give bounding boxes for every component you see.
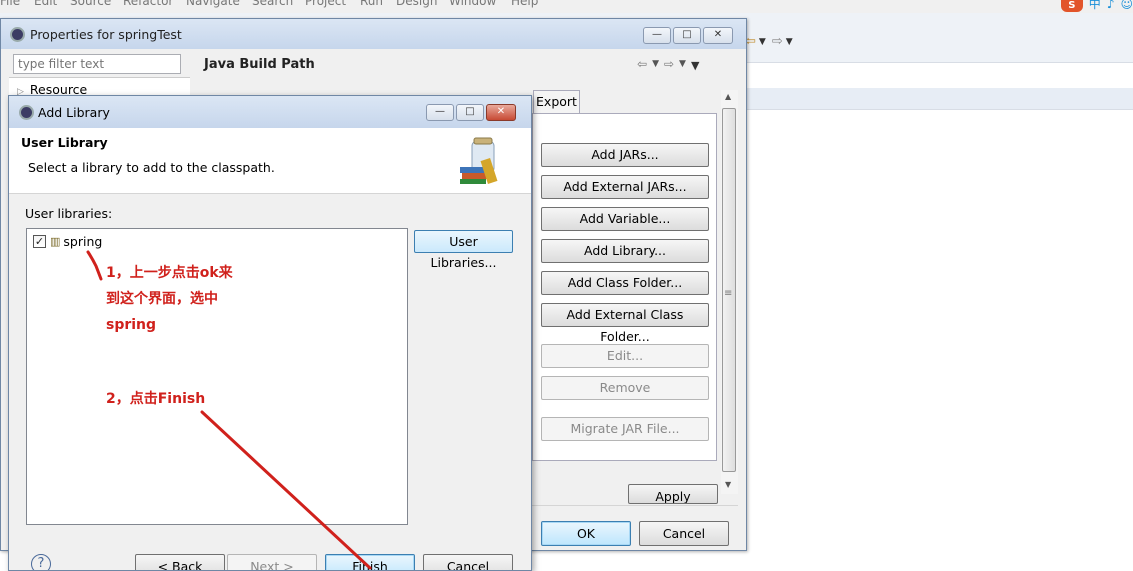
edit-button[interactable]: Edit... xyxy=(541,344,709,368)
menu-item[interactable]: Source xyxy=(70,0,111,8)
minimize-button[interactable]: — xyxy=(643,27,671,44)
menu-item[interactable]: File xyxy=(0,0,20,8)
tab-order-and-export[interactable]: Export xyxy=(533,90,580,114)
maximize-button[interactable]: □ xyxy=(456,104,484,121)
chevron-down-icon[interactable]: ▼ xyxy=(679,59,686,72)
filter-input[interactable] xyxy=(13,54,181,74)
view-menu-icon[interactable]: ▼ xyxy=(691,59,699,72)
user-libraries-button[interactable]: User Libraries... xyxy=(414,230,513,270)
add-library-title: Add Library xyxy=(38,105,110,120)
library-jar-icon xyxy=(460,137,498,184)
divider xyxy=(532,505,738,506)
menu-item[interactable]: Navigate xyxy=(186,0,240,8)
close-button[interactable]: ✕ xyxy=(703,27,733,44)
forward-nav-icon[interactable]: ⇨ xyxy=(772,34,783,49)
library-icon: ▥ xyxy=(50,235,61,248)
menu-item[interactable]: Search xyxy=(252,0,293,8)
chevron-down-icon[interactable]: ▼ xyxy=(786,37,793,49)
scroll-grip-icon: ≡ xyxy=(724,288,733,299)
ime-indicator[interactable]: 中 xyxy=(1089,0,1101,12)
wizard-header: User Library Select a library to add to … xyxy=(9,128,531,194)
forward-arrow-icon[interactable]: ⇨ xyxy=(664,57,674,72)
menu-item[interactable]: Window xyxy=(449,0,496,8)
annotation-step2: 2，点击Finish xyxy=(106,391,206,407)
add-jars-button[interactable]: Add JARs... xyxy=(541,143,709,167)
minimize-button[interactable]: — xyxy=(426,104,454,121)
library-name: spring xyxy=(63,234,103,249)
sogou-logo-icon[interactable]: S xyxy=(1060,0,1083,12)
list-item[interactable]: ✓ ▥ spring xyxy=(33,234,102,249)
ok-button[interactable]: OK xyxy=(541,521,631,546)
window-buttons: — □ ✕ xyxy=(643,27,733,44)
spring-checkbox[interactable]: ✓ xyxy=(33,235,46,248)
menu-item[interactable]: Edit xyxy=(34,0,57,8)
cancel-button[interactable]: Cancel xyxy=(423,554,513,570)
next-button[interactable]: Next > xyxy=(227,554,317,570)
window-buttons: — □ ✕ xyxy=(426,104,516,121)
add-external-class-folder-button[interactable]: Add External Class Folder... xyxy=(541,303,709,344)
menu-item[interactable]: Project xyxy=(305,0,346,8)
scroll-down-icon[interactable]: ▼ xyxy=(725,480,731,489)
emoji-icon[interactable]: ☺ xyxy=(1120,0,1133,12)
menu-item[interactable]: Design xyxy=(396,0,437,8)
annotation-line: spring xyxy=(106,317,157,333)
annotation-line: 到这个界面，选中 xyxy=(106,291,218,307)
eclipse-toolbar: ⇦ ▼ ⇨ ▼ xyxy=(745,34,793,49)
close-button[interactable]: ✕ xyxy=(486,104,516,121)
chevron-down-icon[interactable]: ▼ xyxy=(759,37,766,49)
back-button[interactable]: < Back xyxy=(135,554,225,570)
add-library-titlebar[interactable]: Add Library — □ ✕ xyxy=(9,96,531,128)
chevron-down-icon[interactable]: ▼ xyxy=(652,59,659,72)
finish-button[interactable]: Finish xyxy=(325,554,415,570)
wizard-description: Select a library to add to the classpath… xyxy=(28,160,275,175)
menu-item[interactable]: Refactor xyxy=(123,0,173,8)
annotation-step1: 1，上一步点击ok来 到这个界面，选中 spring xyxy=(106,260,233,338)
properties-title: Properties for springTest xyxy=(30,27,182,42)
eclipse-menubar: File Edit Source Refactor Navigate Search Proj… xyxy=(0,0,1133,13)
user-libraries-label: User libraries: xyxy=(25,206,113,221)
scroll-up-icon[interactable]: ▲ xyxy=(725,92,731,101)
maximize-button[interactable]: □ xyxy=(673,27,701,44)
back-arrow-icon[interactable]: ⇦ xyxy=(637,57,647,72)
add-class-folder-button[interactable]: Add Class Folder... xyxy=(541,271,709,295)
moon-icon[interactable]: ♪ xyxy=(1107,0,1115,12)
add-library-dialog: Add Library — □ ✕ User Library Select a … xyxy=(8,95,532,571)
add-external-jars-button[interactable]: Add External JARs... xyxy=(541,175,709,199)
properties-titlebar[interactable]: Properties for springTest — □ ✕ xyxy=(1,19,746,49)
eclipse-app-icon xyxy=(10,27,25,42)
pane-title: Java Build Path xyxy=(204,57,315,72)
remove-button[interactable]: Remove xyxy=(541,376,709,400)
system-tray: S 中 ♪ ☺ xyxy=(1060,0,1133,12)
apply-button[interactable]: Apply xyxy=(628,484,718,504)
eclipse-view-band xyxy=(747,88,1133,110)
annotation-line: 1，上一步点击ok来 xyxy=(106,265,233,281)
add-variable-button[interactable]: Add Variable... xyxy=(541,207,709,231)
vertical-scrollbar[interactable]: ▲ ≡ ▼ xyxy=(721,90,738,494)
eclipse-editor-area xyxy=(747,63,1133,88)
menu-item[interactable]: Help xyxy=(511,0,538,8)
wizard-title: User Library xyxy=(21,135,108,150)
cancel-button[interactable]: Cancel xyxy=(639,521,729,546)
eclipse-app-icon xyxy=(19,105,34,120)
pane-navigation: ⇦ ▼ ⇨ ▼ ▼ xyxy=(637,57,699,72)
menu-item[interactable]: Run xyxy=(360,0,383,8)
migrate-jar-button[interactable]: Migrate JAR File... xyxy=(541,417,709,441)
add-library-button[interactable]: Add Library... xyxy=(541,239,709,263)
help-icon[interactable]: ? xyxy=(31,554,51,570)
